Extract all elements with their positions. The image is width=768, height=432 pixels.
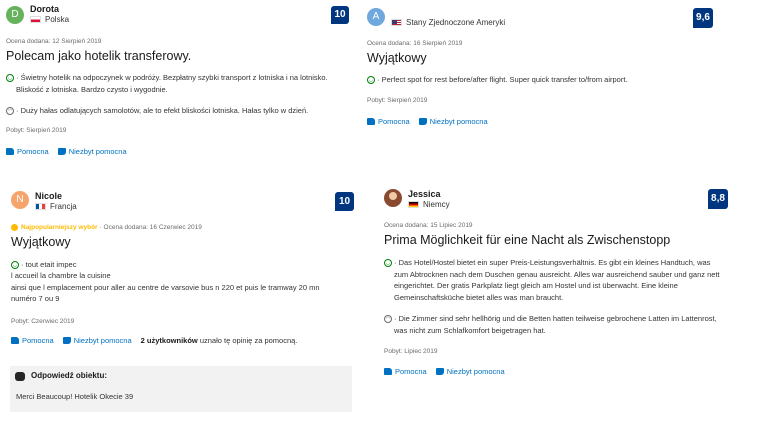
review-date: Ocena dodana: 16 Sierpień 2019 [367,40,463,47]
stay-date: Pobyt: Sierpień 2019 [367,97,428,104]
smile-icon: ◡ [367,76,375,84]
stay-date: Pobyt: Lipiec 2019 [384,348,438,355]
review-actions: Pomocna Niezbyt pomocna 2 użytkowników u… [11,336,297,345]
helpful-button[interactable]: Pomocna [11,336,54,345]
review-date: Ocena dodana: 12 Sierpień 2019 [6,38,102,45]
frown-icon: ◠ [6,107,14,115]
review-title: Wyjątkowy [11,235,71,249]
helpful-button[interactable]: Pomocna [6,147,49,156]
response-title: Odpowiedź obiektu: [31,371,107,380]
thumbs-up-icon [6,148,14,155]
speech-bubble-icon [15,372,25,381]
review-date: Ocena dodana: 15 Lipiec 2019 [384,222,473,229]
reviewer-country: Niemcy [408,200,450,209]
thumbs-up-icon [11,337,19,344]
thumbs-down-icon [57,148,66,155]
thumbs-up-icon [367,118,375,125]
response-text: Merci Beaucoup! Hotelik Okecie 39 [16,392,134,401]
reviewer-country: Stany Zjednoczone Ameryki [391,18,505,27]
review-actions: Pomocna Niezbyt pomocna [6,147,136,156]
flag-icon [30,16,41,23]
flag-icon [391,19,402,26]
avatar [384,189,402,207]
stay-date: Pobyt: Czerwiec 2019 [11,318,75,325]
review-title: Prima Möglichkeit für eine Nacht als Zwi… [384,233,671,247]
trophy-icon [11,224,18,231]
avatar: A [367,8,385,26]
smile-icon: ◡ [6,74,14,82]
score-badge: 9,6 [693,8,713,28]
thumbs-down-icon [62,337,71,344]
reviewer-name: Dorota [30,4,59,14]
review-actions: Pomocna Niezbyt pomocna [384,367,514,376]
helpful-button[interactable]: Pomocna [367,117,410,126]
negative-text: · Die Zimmer sind sehr hellhörig und die… [394,314,717,335]
stay-date: Pobyt: Sierpień 2019 [6,127,67,134]
flag-icon [35,203,46,210]
helpful-count-text: 2 użytkowników uznało tę opinię za pomoc… [140,336,298,345]
smile-icon: ◡ [11,261,19,269]
not-helpful-button[interactable]: Niezbyt pomocna [435,367,505,376]
thumbs-down-icon [435,368,444,375]
not-helpful-button[interactable]: Niezbyt pomocna [57,147,127,156]
reviewer-country: Francja [35,202,77,211]
avatar: N [11,191,29,209]
review-card-nicole: N Nicole Francja 10 Najpopularniejszy wy… [0,182,360,422]
thumbs-down-icon [418,118,427,125]
positive-text-continued: l accueil la chambre la cuisine ainsi qu… [11,271,320,303]
review-card-dorota: D Dorota Polska 10 Ocena dodana: 12 Sier… [0,0,355,170]
score-badge: 10 [331,6,349,24]
review-card-a: A Stany Zjednoczone Ameryki 9,6 Ocena do… [360,0,715,170]
review-title: Polecam jako hotelik transferowy. [6,49,192,63]
score-badge: 10 [335,192,354,211]
helpful-button[interactable]: Pomocna [384,367,427,376]
avatar: D [6,6,24,24]
positive-text: · Świetny hotelik na odpoczynek w podróż… [16,73,328,94]
not-helpful-button[interactable]: Niezbyt pomocna [62,336,132,345]
negative-text: · Duży hałas odlatujących samolotów, ale… [16,106,309,115]
not-helpful-button[interactable]: Niezbyt pomocna [418,117,488,126]
smile-icon: ◡ [384,259,392,267]
score-badge: 8,8 [708,189,728,209]
frown-icon: ◠ [384,315,392,323]
reviewer-country: Polska [30,15,69,24]
positive-text: · tout etait impec [21,260,77,269]
reviewer-name: Jessica [408,189,441,199]
positive-text: · Das Hotel/Hostel bietet ein super Prei… [394,258,720,302]
review-title: Wyjątkowy [367,51,427,65]
review-card-jessica: Jessica Niemcy 8,8 Ocena dodana: 15 Lipi… [378,182,738,382]
review-actions: Pomocna Niezbyt pomocna [367,117,497,126]
reviewer-name: Nicole [35,191,63,201]
property-response: Odpowiedź obiektu: Merci Beaucoup! Hotel… [10,366,352,412]
review-date: · Ocena dodana: 16 Czerwiec 2019 [99,224,202,231]
popular-choice-badge: Najpopularniejszy wybór · Ocena dodana: … [11,224,202,231]
thumbs-up-icon [384,368,392,375]
flag-icon [408,201,419,208]
positive-text: · Perfect spot for rest before/after fli… [377,75,628,84]
